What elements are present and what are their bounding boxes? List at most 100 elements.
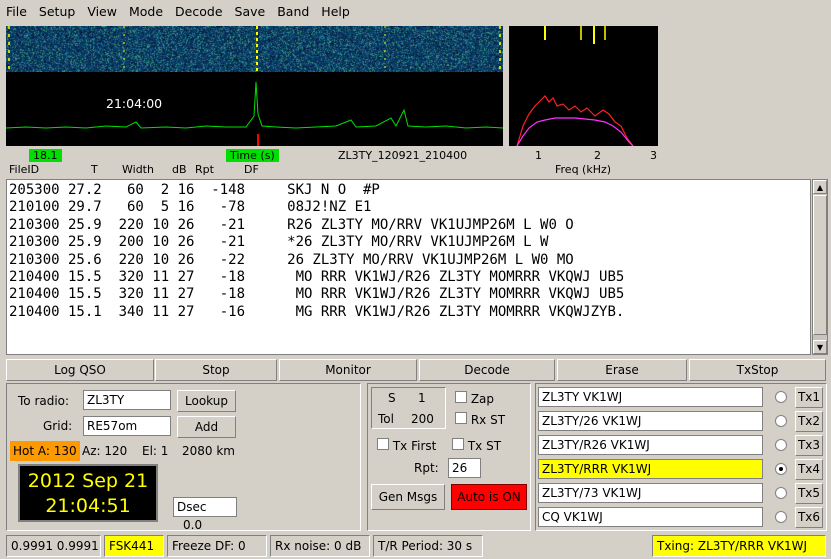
level-badge: 18.1 bbox=[29, 149, 62, 162]
time-axis-badge: Time (s) bbox=[226, 149, 279, 162]
col-db: dB bbox=[172, 163, 187, 176]
dsec-value: 0.0 bbox=[183, 518, 203, 532]
s-value[interactable]: 1 bbox=[418, 391, 426, 405]
decode-line: 210400 15.5 320 11 27 -18 MO RRR VK1WJ/R… bbox=[9, 286, 625, 303]
tx-st-label: Tx ST bbox=[467, 439, 502, 453]
clock-time: 21:04:51 bbox=[45, 495, 131, 517]
col-fileid: FileID bbox=[9, 163, 40, 176]
scroll-down-icon[interactable]: ▼ bbox=[813, 340, 827, 354]
rpt-input[interactable]: 26 bbox=[448, 458, 481, 478]
col-t: T bbox=[91, 163, 98, 176]
menu-mode[interactable]: Mode bbox=[123, 0, 169, 24]
tx-button[interactable]: Tx2 bbox=[795, 411, 823, 432]
rx-st-checkbox[interactable]: Rx ST bbox=[455, 412, 505, 427]
decode-line: 210300 25.9 200 10 26 -21 *26 ZL3TY MO/R… bbox=[9, 234, 549, 251]
tx-button[interactable]: Tx4 bbox=[795, 459, 823, 480]
decode-line: 210100 29.7 60 5 16 -78 08J2!NZ E1 bbox=[9, 199, 372, 216]
to-radio-input[interactable]: ZL3TY bbox=[83, 390, 171, 410]
decode-line: 210400 15.1 340 11 27 -16 MG RRR VK1WJ/R… bbox=[9, 303, 625, 320]
freq-tick-2: 2 bbox=[594, 149, 601, 162]
menu-setup[interactable]: Setup bbox=[33, 0, 81, 24]
tx-message-input[interactable]: ZL3TY/RRR VK1WJ bbox=[538, 459, 763, 479]
freq-axis-label: Freq (kHz) bbox=[555, 163, 612, 176]
zap-checkbox[interactable]: Zap bbox=[455, 391, 494, 406]
to-radio-label: To radio: bbox=[18, 394, 70, 408]
tx-st-checkbox[interactable]: Tx ST bbox=[452, 438, 501, 453]
tol-value[interactable]: 200 bbox=[411, 412, 434, 426]
spectrum-plot bbox=[516, 26, 634, 146]
lookup-button[interactable]: Lookup bbox=[177, 390, 236, 412]
menu-file[interactable]: File bbox=[0, 0, 33, 24]
tx-button[interactable]: Tx1 bbox=[795, 387, 823, 408]
menu-decode[interactable]: Decode bbox=[169, 0, 228, 24]
status-tr-period: T/R Period: 30 s bbox=[373, 535, 483, 557]
menu-save[interactable]: Save bbox=[229, 0, 272, 24]
decode-line: 210400 15.5 320 11 27 -18 MO RRR VK1WJ/R… bbox=[9, 269, 625, 286]
menu-band[interactable]: Band bbox=[271, 0, 315, 24]
status-levels: 0.9991 0.9991 bbox=[6, 535, 101, 557]
tx-select-radio[interactable] bbox=[775, 463, 787, 475]
scroll-up-icon[interactable]: ▲ bbox=[813, 180, 827, 194]
txstop-button[interactable]: TxStop bbox=[689, 359, 826, 381]
auto-toggle-button[interactable]: Auto is ON bbox=[451, 484, 527, 510]
status-mode: FSK441 bbox=[104, 535, 164, 557]
freq-tick-3: 3 bbox=[650, 149, 657, 162]
col-width: Width bbox=[122, 163, 154, 176]
menu-bar: File Setup View Mode Decode Save Band He… bbox=[0, 0, 831, 24]
spectrum-display bbox=[509, 26, 658, 146]
waterfall-time-overlay: 21:04:00 bbox=[106, 96, 163, 111]
stop-button[interactable]: Stop bbox=[155, 359, 277, 381]
menu-help[interactable]: Help bbox=[315, 0, 356, 24]
decode-line: 210300 25.6 220 10 26 -22 26 ZL3TY MO/RR… bbox=[9, 251, 574, 268]
grid-input[interactable]: RE57om bbox=[83, 416, 171, 436]
decode-line: 210300 25.9 220 10 26 -21 R26 ZL3TY MO/R… bbox=[9, 216, 574, 233]
tx-message-input[interactable]: CQ VK1WJ bbox=[538, 507, 763, 527]
rpt-label: Rpt: bbox=[414, 461, 439, 475]
tx-select-radio[interactable] bbox=[775, 391, 787, 403]
clock-date: 2012 Sep 21 bbox=[27, 470, 149, 492]
tx-select-radio[interactable] bbox=[775, 415, 787, 427]
tx-select-radio[interactable] bbox=[775, 487, 787, 499]
status-rx-noise: Rx noise: 0 dB bbox=[270, 535, 370, 557]
file-name: ZL3TY_120921_210400 bbox=[338, 149, 468, 162]
tx-message-input[interactable]: ZL3TY/R26 VK1WJ bbox=[538, 435, 763, 455]
tx-select-radio[interactable] bbox=[775, 511, 787, 523]
tx-message-input[interactable]: ZL3TY/73 VK1WJ bbox=[538, 483, 763, 503]
tx-message-input[interactable]: ZL3TY/26 VK1WJ bbox=[538, 411, 763, 431]
col-rpt: Rpt bbox=[195, 163, 214, 176]
tol-label: Tol bbox=[378, 412, 394, 426]
add-button[interactable]: Add bbox=[177, 416, 236, 438]
col-df: DF bbox=[244, 163, 259, 176]
waterfall-overlay bbox=[6, 26, 503, 146]
azimuth: Az: 120 bbox=[82, 444, 128, 458]
rx-st-label: Rx ST bbox=[470, 413, 506, 427]
erase-button[interactable]: Erase bbox=[557, 359, 687, 381]
tx-first-label: Tx First bbox=[392, 439, 437, 453]
decode-button[interactable]: Decode bbox=[419, 359, 555, 381]
dsec-box[interactable]: Dsec 0.0 bbox=[173, 497, 237, 532]
gen-msgs-button[interactable]: Gen Msgs bbox=[371, 484, 445, 510]
s-label: S bbox=[388, 391, 396, 405]
dsec-label: Dsec bbox=[177, 500, 207, 514]
tx-select-radio[interactable] bbox=[775, 439, 787, 451]
elevation: El: 1 bbox=[142, 444, 169, 458]
log-qso-button[interactable]: Log QSO bbox=[6, 359, 154, 381]
hot-a-badge: Hot A: 130 bbox=[10, 441, 80, 461]
status-freeze-df: Freeze DF: 0 bbox=[167, 535, 267, 557]
zap-label: Zap bbox=[470, 392, 495, 406]
menu-view[interactable]: View bbox=[81, 0, 123, 24]
decode-text-area[interactable]: 205300 27.2 60 2 16 -148 SKJ N O #P 21010… bbox=[6, 179, 811, 355]
decode-scrollbar[interactable]: ▲ ▼ bbox=[812, 179, 828, 355]
tx-button[interactable]: Tx6 bbox=[795, 507, 823, 528]
scroll-thumb[interactable] bbox=[813, 195, 827, 335]
tx-message-input[interactable]: ZL3TY VK1WJ bbox=[538, 387, 763, 407]
tx-first-checkbox[interactable]: Tx First bbox=[377, 438, 436, 453]
distance: 2080 km bbox=[182, 444, 235, 458]
grid-label: Grid: bbox=[43, 419, 73, 433]
utc-clock: 2012 Sep 21 21:04:51 bbox=[18, 464, 158, 522]
freq-tick-1: 1 bbox=[535, 149, 542, 162]
waterfall-display[interactable]: 21:04:00 bbox=[6, 26, 503, 146]
tx-button[interactable]: Tx5 bbox=[795, 483, 823, 504]
monitor-button[interactable]: Monitor bbox=[279, 359, 417, 381]
tx-button[interactable]: Tx3 bbox=[795, 435, 823, 456]
